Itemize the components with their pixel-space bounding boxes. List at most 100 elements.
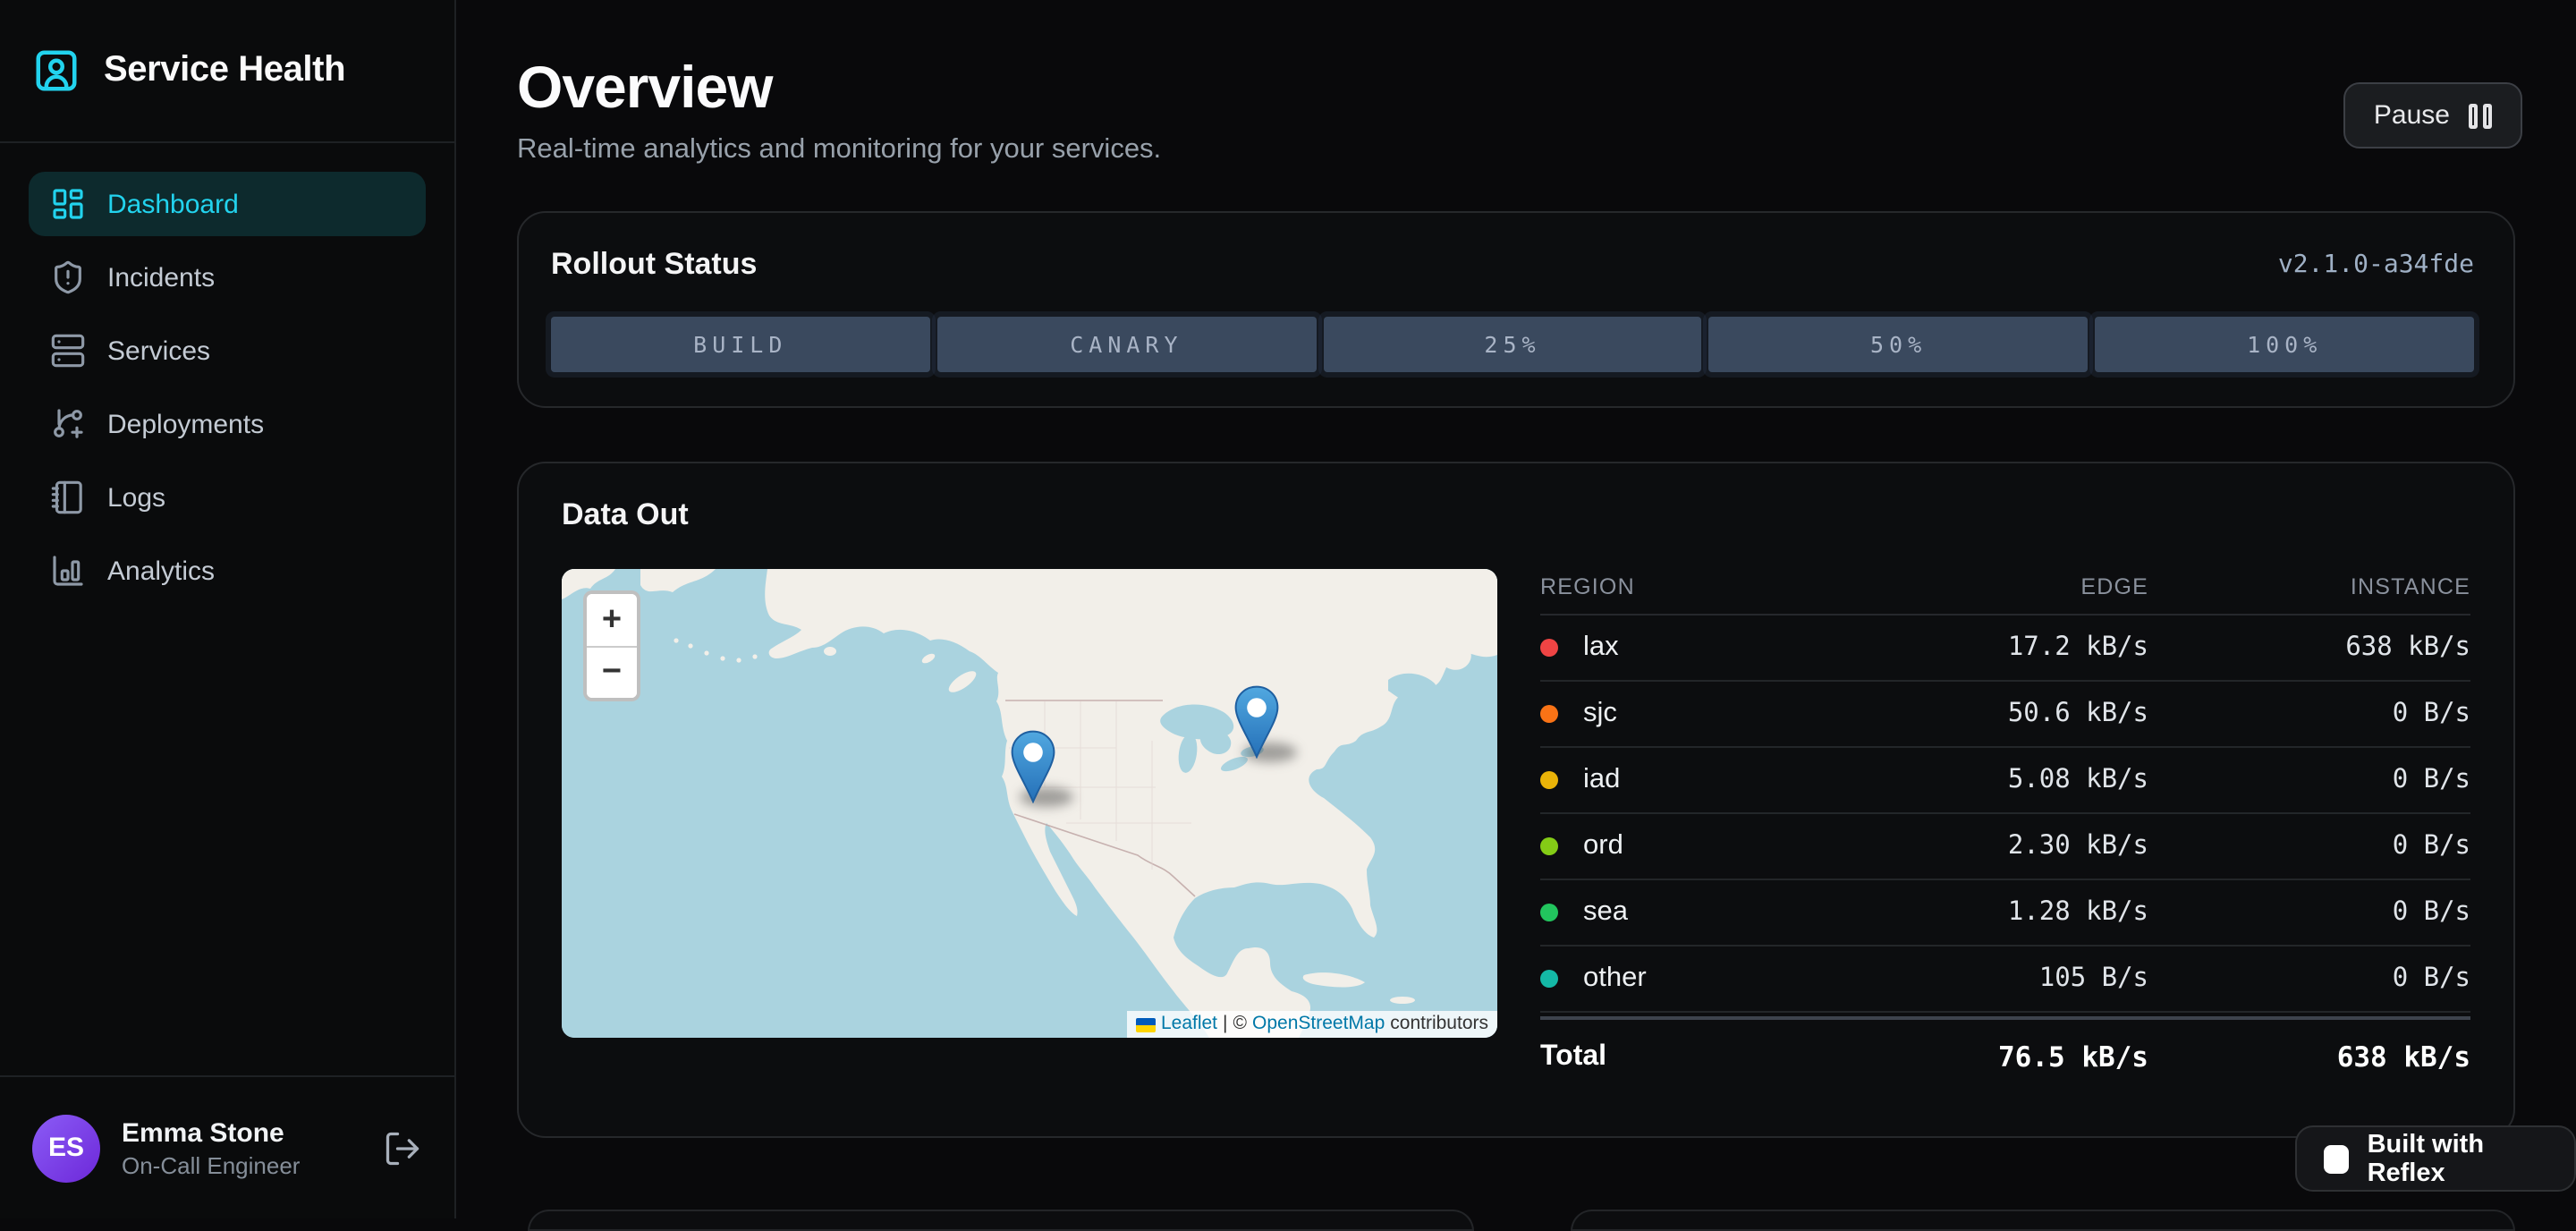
sidebar-item-label: Deployments [107, 409, 264, 439]
map-marker-iad[interactable] [1234, 685, 1279, 759]
instance-value: 638 kB/s [2148, 633, 2470, 662]
partial-card-left [528, 1210, 1474, 1231]
rollout-stages: BUILD CANARY 25% 50% 100% [551, 317, 2474, 372]
instance-value: 0 B/s [2148, 766, 2470, 794]
table-total-row: Total 76.5 kB/s 638 kB/s [1540, 1016, 2470, 1095]
sidebar-item-label: Analytics [107, 556, 215, 586]
traffic-map[interactable]: + − [562, 569, 1497, 1038]
table-row: sjc 50.6 kB/s 0 B/s [1540, 682, 2470, 748]
edge-value: 1.28 kB/s [1871, 898, 2148, 927]
attribution-contributors: contributors [1390, 1011, 1488, 1038]
region-dot [1540, 970, 1558, 988]
edge-value: 2.30 kB/s [1871, 832, 2148, 861]
region-dot [1540, 639, 1558, 657]
instance-value: 0 B/s [2148, 964, 2470, 993]
total-instance-value: 638 kB/s [2148, 1041, 2470, 1074]
main-content: Overview Real-time analytics and monitor… [456, 0, 2576, 1218]
reflex-logo-icon [2324, 1144, 2350, 1173]
sidebar-item-label: Dashboard [107, 189, 239, 219]
app-viewport: Service Health Dashboard Incidents Servi… [0, 0, 2576, 1218]
openstreetmap-link[interactable]: OpenStreetMap [1252, 1011, 1385, 1038]
reflex-badge-label: Built with Reflex [2368, 1130, 2547, 1187]
layout-dashboard-icon [50, 186, 86, 222]
leaflet-link[interactable]: Leaflet [1161, 1011, 1217, 1038]
sidebar: Service Health Dashboard Incidents Servi… [0, 0, 456, 1218]
server-icon [50, 333, 86, 369]
region-name: lax [1583, 632, 1619, 664]
page-title: Overview [517, 54, 2515, 122]
region-name: ord [1583, 830, 1623, 862]
total-edge-value: 76.5 kB/s [1871, 1041, 2148, 1074]
region-name: sea [1583, 896, 1628, 929]
git-branch-plus-icon [50, 406, 86, 442]
zoom-out-button[interactable]: − [587, 646, 637, 698]
table-row: lax 17.2 kB/s 638 kB/s [1540, 616, 2470, 682]
sidebar-item-analytics[interactable]: Analytics [29, 539, 426, 603]
pause-button[interactable]: Pause [2343, 82, 2522, 149]
instance-value: 0 B/s [2148, 700, 2470, 728]
user-role: On-Call Engineer [122, 1150, 383, 1180]
edge-value: 17.2 kB/s [1871, 633, 2148, 662]
sidebar-item-label: Logs [107, 482, 165, 513]
pause-icon [2468, 103, 2492, 128]
ukraine-flag-icon [1136, 1017, 1156, 1031]
column-header-instance: INSTANCE [2148, 573, 2470, 599]
table-row: sea 1.28 kB/s 0 B/s [1540, 880, 2470, 947]
sidebar-item-label: Services [107, 335, 210, 366]
region-dot [1540, 771, 1558, 789]
map-marker-lax[interactable] [1011, 729, 1055, 802]
zoom-in-button[interactable]: + [587, 594, 637, 646]
page-subtitle: Real-time analytics and monitoring for y… [517, 134, 2515, 166]
table-header: REGION EDGE INSTANCE [1540, 569, 2470, 616]
sidebar-item-services[interactable]: Services [29, 318, 426, 383]
app-title: Service Health [104, 50, 345, 91]
edge-value: 50.6 kB/s [1871, 700, 2148, 728]
rollout-status-card: Rollout Status v2.1.0-a34fde BUILD CANAR… [517, 211, 2515, 408]
built-with-reflex-badge[interactable]: Built with Reflex [2295, 1125, 2576, 1192]
region-name: other [1583, 963, 1647, 995]
attribution-copyright: © [1233, 1011, 1248, 1038]
notebook-icon [50, 480, 86, 515]
sidebar-nav: Dashboard Incidents Services Deployments [0, 143, 454, 603]
user-name: Emma Stone [122, 1116, 383, 1150]
pause-button-label: Pause [2374, 100, 2450, 131]
avatar: ES [32, 1114, 100, 1182]
region-dot [1540, 837, 1558, 855]
map-attribution: Leaflet | © OpenStreetMap contributors [1127, 1011, 1497, 1038]
rollout-stage-50: 50% [1709, 317, 2089, 372]
edge-value: 105 B/s [1871, 964, 2148, 993]
sidebar-item-dashboard[interactable]: Dashboard [29, 172, 426, 236]
data-out-card: Data Out [517, 462, 2515, 1138]
attribution-separator: | [1223, 1011, 1227, 1038]
logout-icon[interactable] [383, 1128, 422, 1167]
column-header-edge: EDGE [1871, 573, 2148, 599]
sidebar-user-panel: ES Emma Stone On-Call Engineer [0, 1075, 454, 1218]
total-label: Total [1540, 1041, 1871, 1074]
sidebar-item-incidents[interactable]: Incidents [29, 245, 426, 310]
rollout-stage-canary: CANARY [937, 317, 1317, 372]
rollout-version: v2.1.0-a34fde [2278, 250, 2474, 279]
region-name: iad [1583, 764, 1620, 796]
sidebar-item-deployments[interactable]: Deployments [29, 392, 426, 456]
column-header-region: REGION [1540, 573, 1871, 599]
partial-card-right [1571, 1210, 2515, 1231]
user-meta: Emma Stone On-Call Engineer [122, 1116, 383, 1180]
region-dot [1540, 904, 1558, 921]
shield-alert-icon [50, 259, 86, 295]
table-row: iad 5.08 kB/s 0 B/s [1540, 748, 2470, 814]
table-row: ord 2.30 kB/s 0 B/s [1540, 814, 2470, 880]
region-dot [1540, 705, 1558, 723]
rollout-stage-build: BUILD [551, 317, 930, 372]
map-zoom-control: + − [583, 590, 640, 701]
service-health-logo-icon [32, 47, 80, 95]
region-name: sjc [1583, 698, 1617, 730]
rollout-stage-100: 100% [2095, 317, 2474, 372]
sidebar-header: Service Health [0, 0, 454, 143]
sidebar-item-logs[interactable]: Logs [29, 465, 426, 530]
rollout-card-title: Rollout Status [551, 247, 757, 283]
edge-value: 5.08 kB/s [1871, 766, 2148, 794]
traffic-table: REGION EDGE INSTANCE lax 17.2 kB/s 638 k… [1540, 569, 2470, 1095]
sidebar-item-label: Incidents [107, 262, 215, 293]
rollout-stage-25: 25% [1323, 317, 1702, 372]
data-out-title: Data Out [562, 497, 2470, 533]
